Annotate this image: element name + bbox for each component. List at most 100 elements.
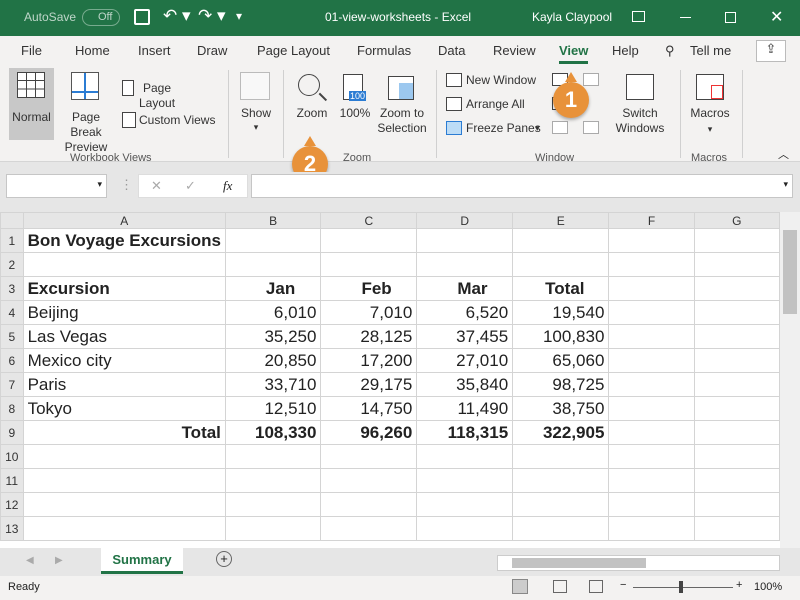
cell-F8[interactable] <box>608 396 695 421</box>
cell-C8[interactable]: 14,750 <box>320 396 418 421</box>
cell-F5[interactable] <box>608 324 695 349</box>
column-header-G[interactable]: G <box>693 212 780 229</box>
zoom-to-selection-button[interactable]: Zoom to Selection <box>374 72 430 138</box>
tab-formulas[interactable]: Formulas <box>357 43 411 58</box>
ribbon-display-icon[interactable] <box>632 11 645 22</box>
cell-A10[interactable] <box>22 444 226 469</box>
zoom-100-button[interactable]: 100 100% <box>337 72 373 122</box>
cell-C1[interactable] <box>320 228 418 253</box>
cell-C2[interactable] <box>320 252 418 277</box>
cell-E9[interactable]: 322,905 <box>512 420 610 445</box>
cell-F13[interactable] <box>608 516 695 541</box>
cell-F6[interactable] <box>608 348 695 373</box>
row-header[interactable]: 1 <box>0 228 24 253</box>
user-name[interactable]: Kayla Claypool <box>532 10 612 24</box>
minimize-icon[interactable] <box>680 17 691 18</box>
select-all[interactable] <box>0 212 24 229</box>
horizontal-scrollbar[interactable] <box>497 555 780 571</box>
unhide-icon[interactable] <box>552 121 568 134</box>
cell-D4[interactable]: 6,520 <box>416 300 514 325</box>
row-header[interactable]: 5 <box>0 324 24 349</box>
cell-G9[interactable] <box>693 420 780 445</box>
cell-C9[interactable]: 96,260 <box>320 420 418 445</box>
cell-F3[interactable] <box>608 276 695 301</box>
cell-E1[interactable] <box>512 228 610 253</box>
cell-B13[interactable] <box>224 516 322 541</box>
column-header-C[interactable]: C <box>320 212 418 229</box>
tell-me-input[interactable]: Tell me <box>690 43 731 58</box>
cell-C13[interactable] <box>320 516 418 541</box>
tab-view[interactable]: View <box>559 43 589 64</box>
cell-E12[interactable] <box>512 492 610 517</box>
cell-C4[interactable]: 7,010 <box>320 300 418 325</box>
autosave-toggle[interactable]: Off <box>82 9 120 26</box>
cell-E11[interactable] <box>512 468 610 493</box>
redo-icon[interactable]: ↷ ▾ <box>198 6 226 26</box>
normal-view-button[interactable]: Normal <box>9 68 54 140</box>
tab-page-layout[interactable]: Page Layout <box>257 43 330 58</box>
cell-D5[interactable]: 37,455 <box>416 324 514 349</box>
cell-B8[interactable]: 12,510 <box>224 396 322 421</box>
column-header-D[interactable]: D <box>416 212 514 229</box>
row-header[interactable]: 13 <box>0 516 24 541</box>
cell-C6[interactable]: 17,200 <box>320 348 418 373</box>
cell-F1[interactable] <box>608 228 695 253</box>
search-icon[interactable]: ⚲ <box>665 43 675 59</box>
cell-A12[interactable] <box>22 492 226 517</box>
cell-F10[interactable] <box>608 444 695 469</box>
cell-D3[interactable]: Mar <box>416 276 514 301</box>
zoom-button[interactable]: Zoom <box>292 72 332 122</box>
new-window-button[interactable]: New Window <box>446 72 546 90</box>
maximize-icon[interactable] <box>725 12 736 23</box>
cell-E10[interactable] <box>512 444 610 469</box>
page-break-preview-button[interactable]: Page Break Preview <box>56 68 116 154</box>
undo-icon[interactable]: ↶ ▾ <box>163 6 191 26</box>
cell-D10[interactable] <box>416 444 514 469</box>
cell-A11[interactable] <box>22 468 226 493</box>
cell-G2[interactable] <box>693 252 780 277</box>
cell-D9[interactable]: 118,315 <box>416 420 514 445</box>
cell-G11[interactable] <box>693 468 780 493</box>
freeze-panes-button[interactable]: Freeze Panes ▾ <box>446 120 546 138</box>
cell-F4[interactable] <box>608 300 695 325</box>
cell-B7[interactable]: 33,710 <box>224 372 322 397</box>
cell-C3[interactable]: Feb <box>320 276 418 301</box>
cell-B6[interactable]: 20,850 <box>224 348 322 373</box>
cell-C7[interactable]: 29,175 <box>320 372 418 397</box>
cell-G1[interactable] <box>693 228 780 253</box>
zoom-slider-thumb[interactable] <box>679 581 683 593</box>
tab-insert[interactable]: Insert <box>138 43 171 58</box>
row-header[interactable]: 2 <box>0 252 24 277</box>
cell-C11[interactable] <box>320 468 418 493</box>
cell-D8[interactable]: 11,490 <box>416 396 514 421</box>
scrollbar-thumb[interactable] <box>783 230 797 314</box>
cell-A5[interactable]: Las Vegas <box>22 324 226 349</box>
cell-B5[interactable]: 35,250 <box>224 324 322 349</box>
switch-windows-button[interactable]: Switch Windows <box>608 72 672 138</box>
tab-help[interactable]: Help <box>612 43 639 58</box>
cell-C10[interactable] <box>320 444 418 469</box>
cell-F2[interactable] <box>608 252 695 277</box>
row-header[interactable]: 4 <box>0 300 24 325</box>
tab-home[interactable]: Home <box>75 43 110 58</box>
row-header[interactable]: 6 <box>0 348 24 373</box>
cell-G3[interactable] <box>693 276 780 301</box>
cell-B4[interactable]: 6,010 <box>224 300 322 325</box>
macros-button[interactable]: Macros ▾ <box>686 72 734 138</box>
row-header[interactable]: 8 <box>0 396 24 421</box>
cell-G10[interactable] <box>693 444 780 469</box>
cell-B1[interactable] <box>224 228 322 253</box>
normal-view-icon[interactable] <box>512 579 528 594</box>
reset-window-position-icon[interactable] <box>583 121 599 134</box>
cell-F11[interactable] <box>608 468 695 493</box>
zoom-level[interactable]: 100% <box>754 581 782 593</box>
tab-file[interactable]: File <box>21 43 42 58</box>
insert-function-icon[interactable]: fx <box>223 178 232 194</box>
tab-review[interactable]: Review <box>493 43 536 58</box>
cell-E5[interactable]: 100,830 <box>512 324 610 349</box>
cell-G5[interactable] <box>693 324 780 349</box>
column-header-A[interactable]: A <box>22 212 226 229</box>
cell-E4[interactable]: 19,540 <box>512 300 610 325</box>
cell-D1[interactable] <box>416 228 514 253</box>
row-header[interactable]: 11 <box>0 468 24 493</box>
